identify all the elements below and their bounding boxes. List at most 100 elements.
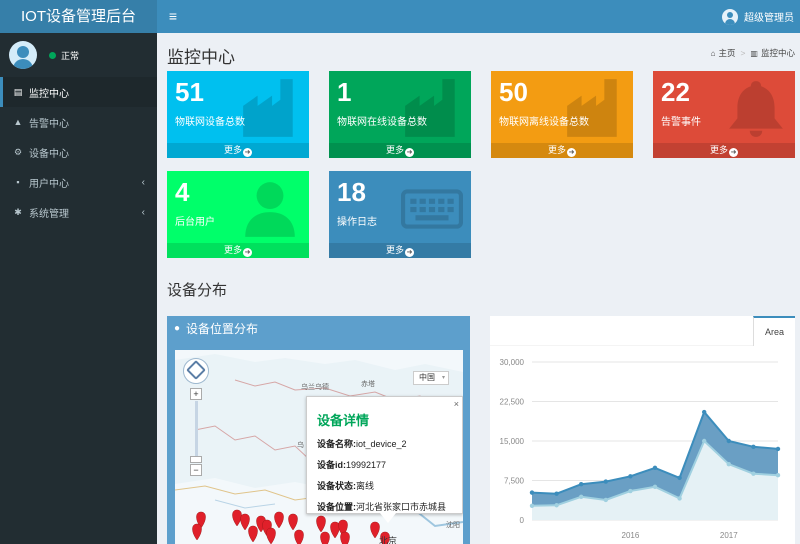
popup-detail-label: 设备状态: (317, 481, 356, 491)
zoom-slider-handle[interactable] (190, 456, 202, 463)
map-place-label: 沈阳 (446, 522, 460, 529)
stat-tile: 50 物联网离线设备总数 更多 ➜ (491, 71, 633, 158)
tab-area[interactable]: Area (753, 316, 795, 346)
popup-detail-label: 设备名称: (317, 439, 356, 449)
zoom-slider[interactable] (195, 401, 198, 457)
arrow-circle-right-icon: ➜ (405, 248, 414, 257)
breadcrumb-separator: > (740, 48, 746, 58)
map-panel-header: ● 设备位置分布 (167, 316, 470, 340)
online-status-icon (49, 51, 56, 59)
country-select-value: 中国 (419, 373, 435, 382)
stat-value: 22 (661, 77, 690, 107)
data-point (751, 471, 756, 476)
user-icon (239, 177, 301, 239)
bell-icon (725, 77, 787, 139)
data-point (702, 438, 707, 444)
more-info-label: 更多 (385, 145, 404, 155)
device-map-panel: ● 设备位置分布 + − 中国 ▾ 乌兰乌德 赤塔 乌 北京 沈阳 × 设备详情… (167, 316, 470, 544)
data-point (751, 444, 756, 449)
popup-detail-label: 设备位置: (317, 502, 356, 512)
app-logo[interactable]: IOT设备管理后台 (0, 0, 157, 33)
breadcrumb-current: 监控中心 (760, 48, 795, 58)
device-map[interactable]: + − 中国 ▾ 乌兰乌德 赤塔 乌 北京 沈阳 × 设备详情 设备名称:iot… (175, 350, 463, 544)
more-info-label: 更多 (709, 145, 728, 155)
data-point (726, 461, 731, 467)
menu-toggle-button[interactable]: ≡ (163, 0, 183, 33)
zoom-out-button[interactable]: − (190, 464, 202, 476)
data-point (702, 409, 707, 415)
area-chart: 0 7,500 15,000 22,500 30,000 2016 2017 (500, 358, 781, 540)
data-point (579, 481, 584, 487)
more-info-link[interactable]: 更多 ➜ (329, 243, 471, 258)
more-info-label: 更多 (385, 245, 404, 255)
device-detail-popup: × 设备详情 设备名称:iot_device_2 设备id:19992177 设备状… (306, 396, 463, 514)
popup-detail-value: 河北省张家口市赤城县 (356, 502, 447, 512)
more-info-label: 更多 (547, 145, 566, 155)
chevron-left-icon: ‹ (141, 206, 145, 218)
popup-detail-value: iot_device_2 (356, 439, 407, 449)
map-panel-title: 设备位置分布 (186, 321, 259, 336)
popup-detail-label: 设备id: (317, 460, 346, 470)
more-info-link[interactable]: 更多 ➜ (653, 143, 795, 158)
breadcrumb-home[interactable]: 主页 (718, 47, 735, 59)
sidebar-item[interactable]: ▲ 告警中心 (0, 107, 157, 137)
home-icon: ⌂ (710, 48, 716, 58)
sidebar-item-icon: ▲ (13, 117, 23, 127)
arrow-circle-right-icon: ➜ (567, 148, 576, 157)
more-info-link[interactable]: 更多 ➜ (329, 143, 471, 158)
popup-close-button[interactable]: × (454, 399, 459, 409)
section-title: 设备分布 (167, 282, 228, 299)
data-point (603, 497, 608, 503)
stat-tile: 4 后台用户 更多 ➜ (167, 171, 309, 258)
more-info-label: 更多 (223, 245, 242, 255)
map-marker-icon: ● (174, 322, 181, 334)
sidebar-item[interactable]: ⚙ 设备中心 (0, 137, 157, 167)
more-info-link[interactable]: 更多 ➜ (167, 143, 309, 158)
data-point (775, 473, 781, 478)
bar-chart-icon: ▥ (750, 48, 758, 58)
data-point (775, 446, 781, 452)
arrow-circle-right-icon: ➜ (729, 148, 738, 157)
zoom-in-button[interactable]: + (190, 388, 202, 400)
data-point (726, 438, 731, 444)
avatar (9, 41, 37, 69)
sidebar-item-label: 告警中心 (29, 118, 69, 130)
user-menu[interactable]: 超级管理员 (722, 0, 794, 33)
sidebar-item-label: 监控中心 (29, 88, 69, 100)
data-point (628, 488, 633, 494)
popup-detail-value: 离线 (356, 481, 375, 491)
sidebar-item-label: 设备中心 (29, 148, 69, 160)
stat-value: 50 (499, 77, 528, 107)
device-map-pin[interactable] (320, 531, 330, 544)
map-place-label: 赤塔 (361, 381, 375, 388)
sidebar-item-icon: ▪ (16, 177, 20, 187)
arrow-circle-right-icon: ➜ (243, 248, 252, 257)
breadcrumb: ⌂ 主页 > ▥ 监控中心 (711, 47, 795, 59)
sidebar-item[interactable]: ✱ 系统管理 ‹ (0, 197, 157, 227)
sidebar-item-icon: ⚙ (13, 146, 23, 157)
more-info-link[interactable]: 更多 ➜ (491, 143, 633, 158)
more-info-link[interactable]: 更多 ➜ (167, 243, 309, 258)
stat-value: 51 (175, 77, 204, 107)
x-tick-label: 2017 (720, 531, 738, 540)
popup-detail-row: 设备名称:iot_device_2 (317, 437, 462, 450)
data-point (529, 503, 535, 508)
more-info-label: 更多 (223, 145, 242, 155)
popup-detail-row: 设备id:19992177 (317, 458, 462, 471)
popup-pointer (380, 513, 396, 523)
sidebar-item[interactable]: ▤ 监控中心 (0, 77, 157, 107)
stat-tile: 22 告警事件更多 ➜ (653, 71, 795, 158)
y-tick-label: 22,500 (500, 398, 525, 407)
stat-label: 物联网在线设备总数 (337, 117, 427, 128)
chevron-down-icon: ▾ (441, 375, 445, 381)
stat-label: 物联网设备总数 (175, 117, 245, 128)
country-select[interactable]: 中国 ▾ (413, 371, 449, 385)
stat-tile: 51 物联网设备总数更多 ➜ (167, 71, 309, 158)
device-map-pin[interactable] (340, 531, 350, 544)
arrow-circle-right-icon: ➜ (243, 148, 252, 157)
data-point (554, 491, 559, 496)
stat-tile: 1 物联网在线设备总数 更多 ➜ (329, 71, 471, 158)
sidebar-item[interactable]: ▪ 用户中心 ‹ (0, 167, 157, 197)
stat-label: 告警事件 (661, 117, 701, 128)
y-tick-label: 15,000 (500, 437, 525, 446)
